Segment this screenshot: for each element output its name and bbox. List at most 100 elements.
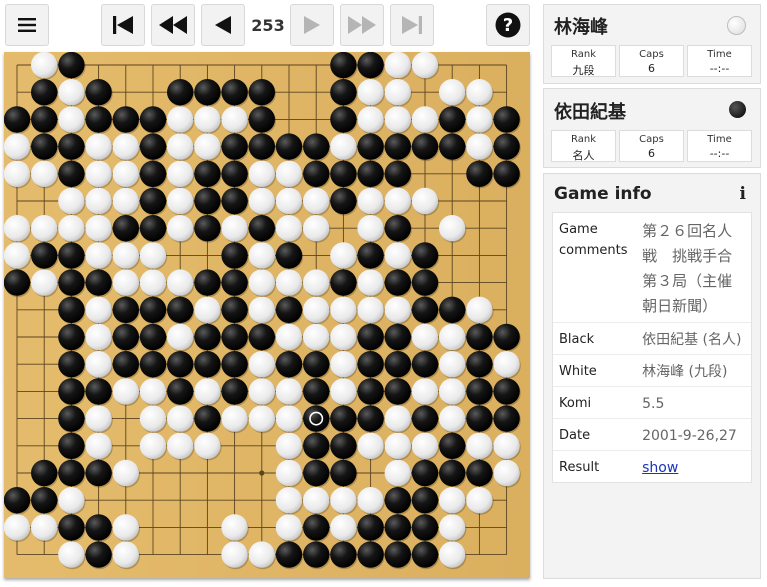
board-grid[interactable] [4,52,530,578]
black-stone [384,378,411,405]
black-stone [194,405,221,432]
black-time-stat: Time --:-- [687,130,752,162]
white-stone [4,160,31,187]
black-stone [58,351,85,378]
show-result-link[interactable]: show [642,460,678,476]
info-row-date: Date 2001-9-26,27 [553,418,751,450]
white-stone [384,187,411,215]
black-stone [466,459,493,487]
fast-forward-icon [348,16,376,34]
white-stone [194,378,221,405]
white-stone [58,541,85,568]
black-stone [493,106,520,133]
info-icon[interactable]: i [740,184,746,204]
white-stone [384,432,411,459]
go-board[interactable] [4,52,530,578]
black-stone [357,323,384,351]
black-stone [384,487,411,514]
black-stone [411,541,439,568]
white-stone [112,378,139,405]
white-stone [439,514,466,541]
white-stone [167,269,194,296]
black-stone [411,351,439,378]
white-stone [303,215,330,242]
white-stone [493,459,520,487]
white-stone [330,514,357,541]
white-stone [384,242,411,269]
black-stone [303,133,330,160]
forward-button[interactable] [290,4,334,46]
black-stone [303,351,330,378]
white-stone [248,405,275,432]
black-stone [330,106,357,133]
white-stone [85,242,112,269]
menu-button[interactable] [5,4,49,46]
white-stone [303,187,330,215]
first-move-button[interactable] [101,4,145,46]
black-player-panel: 依田紀基 Rank 名人 Caps 6 Time --:-- [543,88,761,168]
white-stone [167,187,194,215]
white-stone [493,432,520,459]
white-stone [85,432,112,459]
black-stone [221,79,248,106]
white-stone [85,215,112,242]
white-stone [411,378,439,405]
back-button[interactable] [201,4,245,46]
black-stone [357,351,384,378]
black-stone [167,378,194,405]
white-stone [85,323,112,351]
black-stone [493,133,520,160]
black-stone [275,351,303,378]
white-stone [139,242,167,269]
black-stone [139,351,167,378]
black-stone [85,378,112,405]
white-stone [330,242,357,269]
black-stone [411,405,439,432]
black-stone [31,459,58,487]
info-value: 依田紀基 (名人) [642,332,742,348]
white-stone [384,52,411,79]
black-stone [357,405,384,432]
fast-back-button[interactable] [151,4,195,46]
white-stone [85,133,112,160]
info-key: Result [559,460,600,475]
white-stone [439,405,466,432]
white-stone [330,351,357,378]
info-row-black: Black 依田紀基 (名人) [553,322,751,354]
help-button[interactable]: ? [486,4,530,46]
white-stone [330,378,357,405]
info-key: Komi [559,396,592,411]
black-stone [139,160,167,187]
black-stone [58,133,85,160]
black-stone [194,351,221,378]
white-stone [275,514,303,541]
black-stone [411,296,439,323]
white-stone [466,106,493,133]
black-stone [493,160,520,187]
black-stone [303,160,330,187]
black-stone [194,269,221,296]
black-stone [357,133,384,160]
black-stone [112,106,139,133]
white-stone [384,79,411,106]
white-stone [466,432,493,459]
black-stone [31,242,58,269]
stat-label: Rank [571,49,596,60]
black-stone [303,514,330,541]
black-stone [330,269,357,296]
white-stone [58,79,85,106]
black-stone [221,323,248,351]
info-value: 第２６回名人戦 挑戦手合第３局（主催 朝日新聞） [642,222,748,315]
black-stone [167,351,194,378]
white-stone [411,106,439,133]
last-move-button[interactable] [390,4,434,46]
black-stone [85,269,112,296]
white-stone [330,487,357,514]
black-stone [303,378,330,405]
black-stone [221,351,248,378]
fast-forward-button[interactable] [340,4,384,46]
black-stone [4,487,31,514]
white-stone [248,378,275,405]
black-stone [466,378,493,405]
black-stone [411,514,439,541]
